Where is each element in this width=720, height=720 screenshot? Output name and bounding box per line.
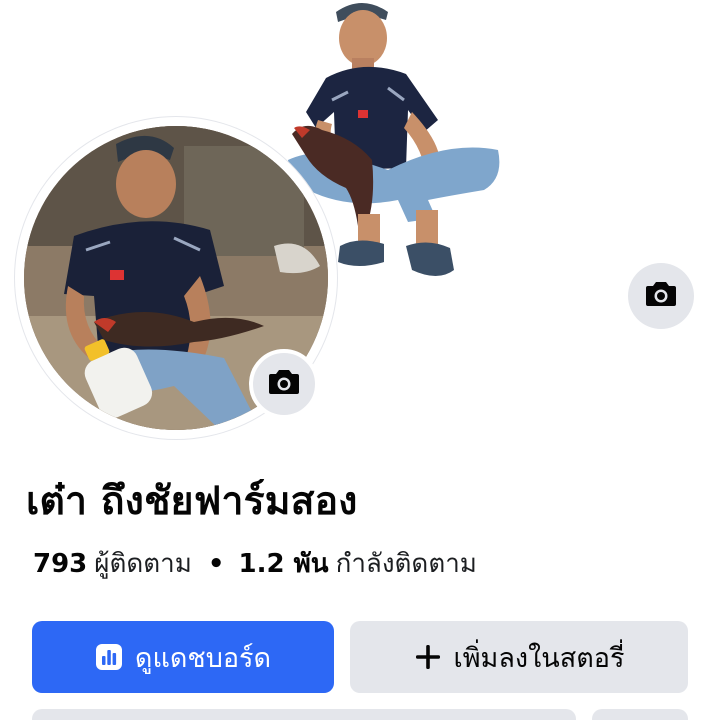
- add-to-story-button[interactable]: เพิ่มลงในสตอรี่: [350, 621, 688, 693]
- edit-profile-button[interactable]: [32, 709, 576, 720]
- view-dashboard-button[interactable]: ดูแดชบอร์ด: [32, 621, 334, 693]
- profile-name: เต๋า ถึงชัยฟาร์มสอง: [26, 479, 358, 524]
- more-options-button[interactable]: [592, 709, 688, 720]
- camera-icon: [268, 369, 300, 399]
- following-label[interactable]: กำลังติดตาม: [336, 543, 477, 584]
- stats-separator: •: [207, 549, 225, 579]
- camera-icon: [645, 281, 677, 311]
- bar-chart-icon: [95, 643, 123, 671]
- edit-cover-photo-button[interactable]: [628, 263, 694, 329]
- edit-profile-picture-button[interactable]: [249, 349, 319, 419]
- followers-label[interactable]: ผู้ติดตาม: [94, 543, 192, 584]
- add-to-story-label: เพิ่มลงในสตอรี่: [453, 642, 625, 674]
- follow-stats: 793 ผู้ติดตาม • 1.2 พัน กำลังติดตาม: [33, 543, 477, 584]
- following-count[interactable]: 1.2 พัน: [239, 543, 329, 584]
- view-dashboard-label: ดูแดชบอร์ด: [134, 642, 272, 674]
- followers-count[interactable]: 793: [33, 549, 87, 579]
- profile-page: เต๋า ถึงชัยฟาร์มสอง 793 ผู้ติดตาม • 1.2 …: [0, 0, 720, 720]
- plus-icon: [414, 643, 442, 671]
